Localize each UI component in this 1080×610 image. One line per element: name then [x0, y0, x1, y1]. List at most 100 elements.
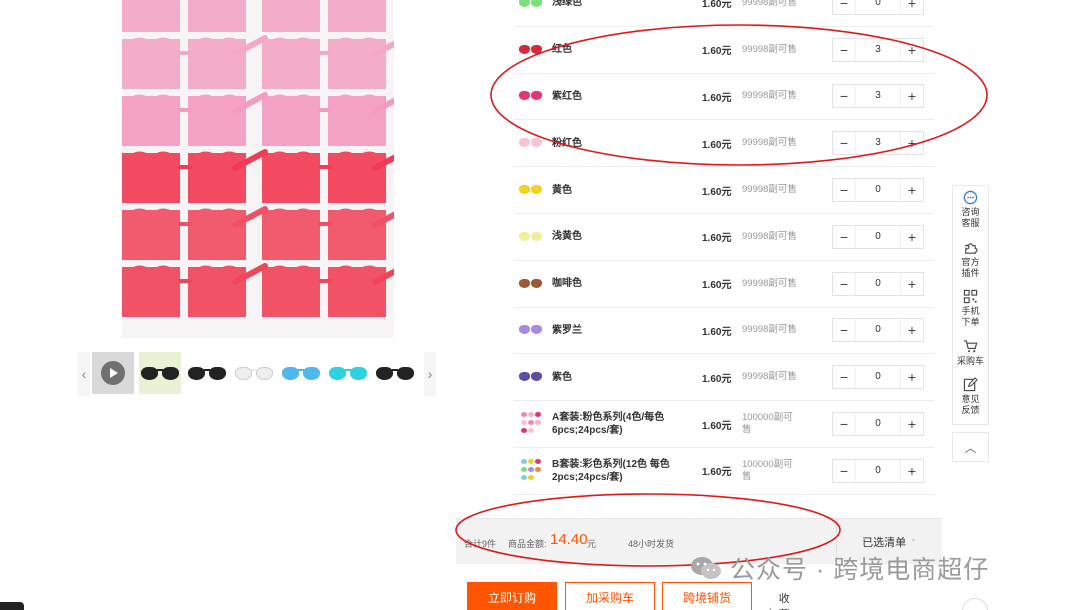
side-item-plugin[interactable]: 官方 插件	[953, 240, 988, 279]
sku-glasses-icon	[518, 43, 544, 57]
side-item-label: 反馈	[961, 405, 980, 415]
back-to-top-button[interactable]: ︿	[952, 432, 989, 462]
sku-row: 紫红色 1.60元 99998副可售 −3 +	[514, 74, 934, 121]
decrease-button[interactable]: −	[833, 132, 855, 154]
floating-round-button[interactable]	[962, 598, 988, 610]
sku-name: B套装:彩色系列(12色 每色2pcs;24pcs/套)	[552, 458, 670, 483]
sku-price: 1.60元	[702, 373, 732, 385]
increase-button[interactable]: +	[901, 273, 923, 295]
thumbnail-prev-arrow[interactable]: ‹	[78, 352, 90, 396]
decrease-button[interactable]: −	[833, 85, 855, 107]
sku-price: 1.60元	[702, 186, 732, 198]
side-item-label: 官方	[961, 257, 980, 267]
glasses-thumbnail[interactable]	[186, 352, 228, 394]
quantity-input[interactable]: 0	[855, 459, 901, 482]
quantity-input[interactable]: 0	[855, 225, 901, 248]
sku-glasses-icon	[518, 230, 544, 244]
glasses-thumbnail[interactable]	[139, 352, 181, 394]
video-thumbnail[interactable]	[92, 352, 134, 394]
quantity-input[interactable]: 0	[855, 272, 901, 295]
increase-button[interactable]: +	[901, 0, 923, 14]
side-item-customer-service[interactable]: 咨询 客服	[953, 190, 988, 229]
add-to-cart-button[interactable]: 加采购车	[565, 582, 655, 610]
increase-button[interactable]: +	[901, 39, 923, 61]
sku-name: 紫色	[552, 371, 572, 383]
glasses-thumbnail[interactable]	[327, 352, 369, 394]
quantity-input[interactable]: 0	[855, 319, 901, 342]
quantity-input[interactable]: 3	[855, 132, 901, 155]
decrease-button[interactable]: −	[833, 39, 855, 61]
product-main-image[interactable]	[122, 0, 394, 338]
sku-glasses-icon	[518, 323, 544, 337]
increase-button[interactable]: +	[901, 460, 923, 482]
sku-glasses-icon	[518, 136, 544, 150]
quantity-input[interactable]: 3	[855, 38, 901, 61]
quantity-input[interactable]: 0	[855, 179, 901, 202]
quantity-input[interactable]: 3	[855, 85, 901, 108]
favorite-label: 收藏(1)	[778, 593, 790, 610]
sku-price: 1.60元	[702, 280, 732, 292]
sku-set-icon	[520, 410, 542, 438]
sku-price: 1.60元	[702, 326, 732, 338]
glasses-thumbnail[interactable]	[280, 352, 322, 394]
sku-row: 红色 1.60元 99998副可售 −3 +	[514, 27, 934, 74]
decrease-button[interactable]: −	[833, 460, 855, 482]
sku-price: 1.60元	[702, 233, 732, 245]
total-count: 合计9件	[464, 539, 497, 549]
buy-now-button[interactable]: 立即订购	[467, 582, 557, 610]
increase-button[interactable]: +	[901, 85, 923, 107]
sku-set-icon	[520, 457, 542, 485]
decrease-button[interactable]: −	[833, 226, 855, 248]
heart-glasses-picture	[258, 147, 394, 205]
heart-glasses-picture	[122, 147, 270, 205]
sku-stock: 99998副可售	[742, 277, 797, 289]
thumbnail-next-arrow[interactable]: ›	[424, 352, 436, 396]
quantity-stepper: −0 +	[832, 412, 924, 437]
sku-row: 浅绿色 1.60元 99998副可售 −0 +	[514, 0, 934, 27]
increase-button[interactable]: +	[901, 413, 923, 435]
total-amount: 14.40	[550, 531, 588, 548]
wechat-icon	[690, 555, 722, 581]
sku-name: 紫罗兰	[552, 324, 582, 336]
side-item-feedback[interactable]: 意见 反馈	[953, 377, 988, 416]
quantity-stepper: −0 +	[832, 458, 924, 483]
sku-glasses-icon	[518, 277, 544, 291]
side-item-mobile-order[interactable]: 手机 下单	[953, 289, 988, 328]
quantity-input[interactable]: 0	[855, 0, 901, 14]
glasses-thumbnail[interactable]	[233, 352, 275, 394]
decrease-button[interactable]: −	[833, 179, 855, 201]
glasses-thumbnail[interactable]	[374, 352, 416, 394]
amount-label: 商品金额:	[508, 539, 547, 549]
decrease-button[interactable]: −	[833, 366, 855, 388]
sku-name: 浅绿色	[552, 0, 582, 9]
corner-widget	[0, 602, 24, 610]
increase-button[interactable]: +	[901, 132, 923, 154]
side-item-label: 客服	[961, 218, 980, 228]
sku-row: B套装:彩色系列(12色 每色2pcs;24pcs/套) 1.60元 100000副…	[514, 448, 934, 495]
sku-price: 1.60元	[702, 420, 732, 432]
increase-button[interactable]: +	[901, 366, 923, 388]
heart-glasses-picture	[122, 204, 270, 262]
quantity-input[interactable]: 0	[855, 366, 901, 389]
heart-glasses-picture	[122, 90, 270, 148]
quantity-stepper: −3 +	[832, 84, 924, 109]
side-item-cart[interactable]: 采购车	[953, 339, 988, 367]
sku-price: 1.60元	[702, 46, 732, 58]
decrease-button[interactable]: −	[833, 319, 855, 341]
sku-stock: 99998副可售	[742, 137, 797, 149]
decrease-button[interactable]: −	[833, 0, 855, 14]
increase-button[interactable]: +	[901, 226, 923, 248]
sku-price: 1.60元	[702, 139, 732, 151]
increase-button[interactable]: +	[901, 319, 923, 341]
heart-glasses-picture	[122, 261, 270, 319]
side-item-label: 下单	[961, 317, 980, 327]
favorite-button[interactable]: ☆ 收藏(1)	[765, 590, 792, 610]
quantity-stepper: −0 +	[832, 0, 924, 15]
qr-code-icon	[963, 289, 978, 304]
decrease-button[interactable]: −	[833, 413, 855, 435]
sku-stock: 100000副可售	[742, 458, 793, 482]
decrease-button[interactable]: −	[833, 273, 855, 295]
quantity-input[interactable]: 0	[855, 413, 901, 436]
sku-glasses-icon	[518, 89, 544, 103]
increase-button[interactable]: +	[901, 179, 923, 201]
